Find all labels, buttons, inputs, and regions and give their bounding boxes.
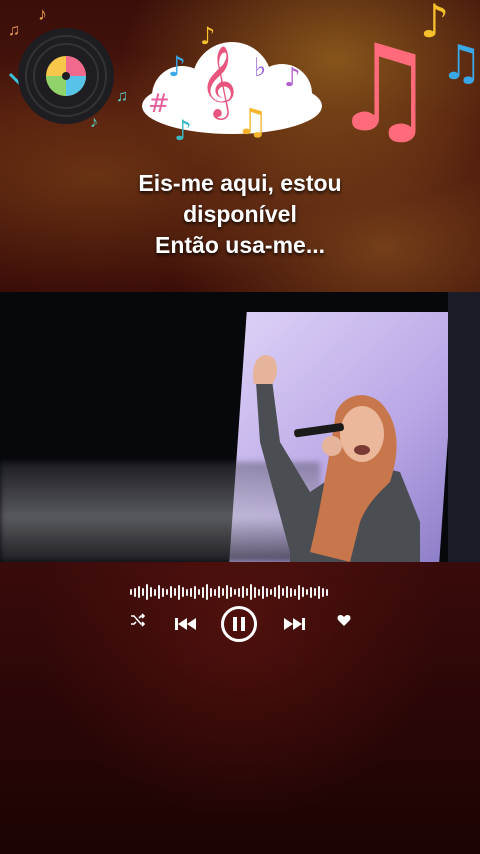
waveform-bar <box>210 587 212 597</box>
waveform-bar <box>294 588 296 596</box>
waveform-bar <box>170 586 172 598</box>
lyrics-line: Então usa-me... <box>155 232 325 258</box>
waveform-bar <box>290 587 292 597</box>
video-frame[interactable] <box>0 292 480 562</box>
waveform-bar <box>202 586 204 598</box>
music-note-icon: ♫ <box>330 20 438 159</box>
waveform-bar <box>282 588 284 596</box>
heart-icon <box>337 614 351 626</box>
waveform-bar <box>194 585 196 599</box>
waveform-bar <box>302 587 304 597</box>
waveform-bar <box>206 584 208 600</box>
svg-text:♪: ♪ <box>200 22 215 50</box>
svg-text:♭: ♭ <box>254 53 266 83</box>
waveform-bar <box>326 588 328 596</box>
waveform-bar <box>146 584 148 600</box>
waveform-bar <box>314 588 316 596</box>
next-button[interactable] <box>282 614 306 634</box>
skip-previous-icon <box>175 618 196 630</box>
singer-image <box>253 355 420 562</box>
shuffle-icon <box>131 613 146 627</box>
music-note-icon: ♫ <box>116 88 128 105</box>
svg-text:♫: ♫ <box>236 102 268 143</box>
waveform-bar <box>306 589 308 595</box>
svg-text:#: # <box>148 89 170 119</box>
previous-button[interactable] <box>174 614 198 634</box>
like-button[interactable] <box>334 610 354 630</box>
waveform-bar <box>258 588 260 596</box>
waveform-bar <box>218 586 220 598</box>
waveform-bar <box>298 584 300 600</box>
waveform-bar <box>134 587 136 597</box>
svg-text:♪: ♪ <box>284 63 301 93</box>
music-note-icon: ♪ <box>90 114 98 131</box>
waveform-bar <box>166 589 168 595</box>
waveform-bar <box>190 587 192 597</box>
waveform-bar <box>234 589 236 595</box>
waveform-bar <box>174 588 176 596</box>
lyrics-text: Eis-me aqui, estou disponível Então usa-… <box>0 168 480 261</box>
svg-text:♪: ♪ <box>174 114 192 146</box>
waveform-bar <box>150 587 152 597</box>
music-note-icon: ♫ <box>440 35 480 91</box>
music-cloud-icon: # 𝄞 ♪ ♭ ♪ ♫ ♪ ♪ <box>142 22 322 146</box>
waveform-bar <box>198 589 200 595</box>
waveform-bar <box>250 584 252 600</box>
waveform-bar <box>142 588 144 596</box>
music-note-icon: ♪ <box>38 4 47 24</box>
waveform-bar <box>322 587 324 597</box>
waveform-bar <box>222 588 224 596</box>
waveform-bar <box>226 585 228 599</box>
waveform-bar <box>310 586 312 598</box>
waveform-bar <box>182 587 184 597</box>
music-note-icon: ♫ <box>8 22 20 39</box>
waveform-bar <box>230 587 232 597</box>
waveform-bar <box>158 585 160 599</box>
waveform-bar <box>270 589 272 595</box>
waveform-bar <box>242 586 244 598</box>
vinyl-record-icon <box>8 28 114 124</box>
waveform-bar <box>318 585 320 599</box>
svg-text:♪: ♪ <box>168 50 186 83</box>
waveform-bar <box>154 588 156 596</box>
waveform-bar <box>178 584 180 600</box>
waveform-bar <box>278 585 280 599</box>
waveform-bar <box>274 587 276 597</box>
svg-text:𝄞: 𝄞 <box>200 44 237 120</box>
pause-button[interactable] <box>221 606 257 642</box>
waveform-bar <box>238 587 240 597</box>
waveform-bar <box>138 586 140 598</box>
skip-next-icon <box>284 618 305 630</box>
waveform-bar <box>286 586 288 598</box>
waveform-bar <box>214 588 216 596</box>
waveform-bar <box>130 589 132 595</box>
shuffle-button[interactable] <box>128 610 148 630</box>
waveform-bar <box>262 585 264 599</box>
lyrics-line: Eis-me aqui, estou <box>138 170 342 196</box>
music-player <box>0 578 480 658</box>
waveform-bar <box>254 586 256 598</box>
waveform-bar <box>246 588 248 596</box>
waveform-bar <box>186 588 188 596</box>
waveform-bar <box>162 587 164 597</box>
waveform-bar <box>266 587 268 597</box>
lyrics-line: disponível <box>183 201 297 227</box>
audio-waveform <box>130 582 350 602</box>
